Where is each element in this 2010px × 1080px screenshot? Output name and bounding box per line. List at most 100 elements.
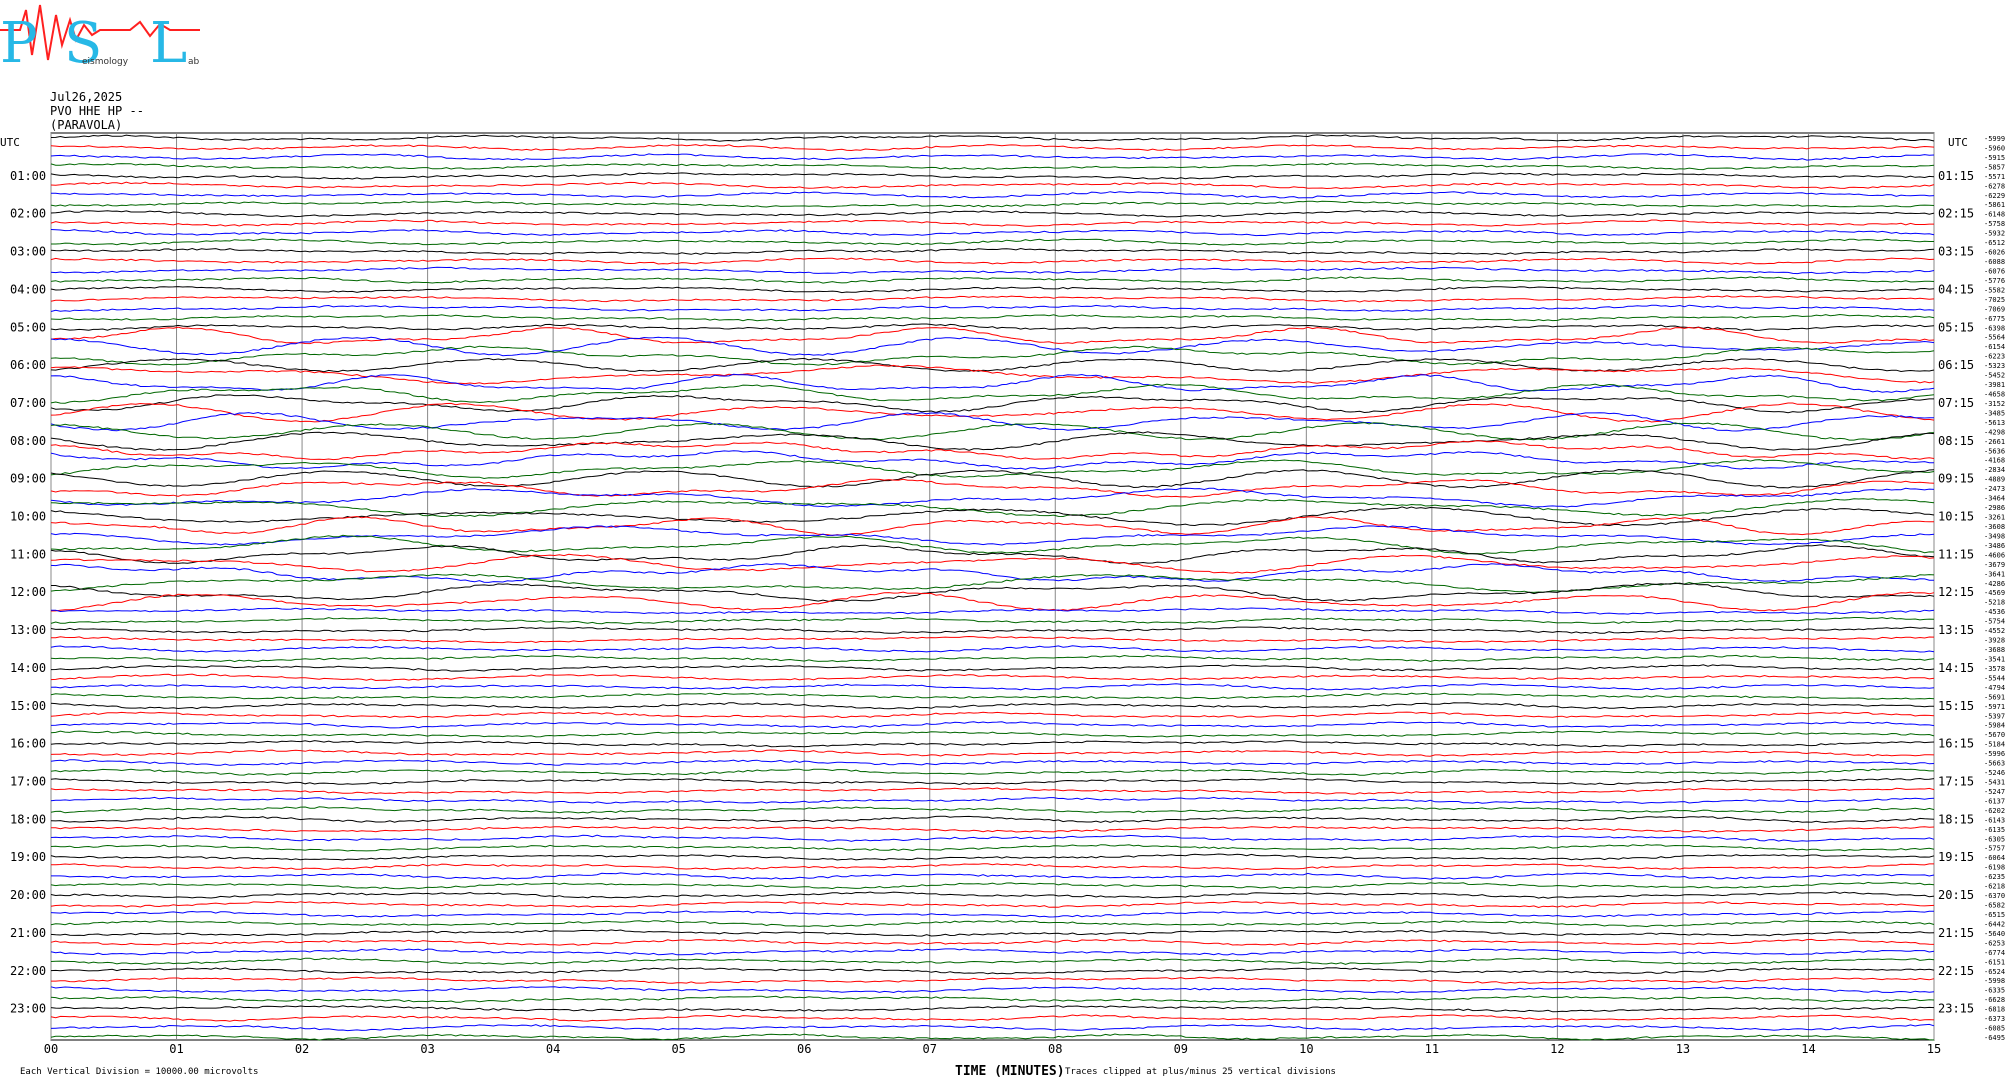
trace-offset-label: -5582 [1984, 286, 2005, 294]
left-hour-label: 18:00 [10, 812, 46, 826]
x-tick-label: 03 [420, 1042, 434, 1056]
seismic-trace [50, 219, 1934, 227]
seismic-trace [50, 948, 1935, 956]
seismic-trace [50, 276, 1935, 284]
trace-offset-label: -7069 [1984, 305, 2005, 313]
seismic-trace [50, 891, 1935, 899]
seismic-trace [50, 853, 1935, 861]
trace-offset-label: -6775 [1984, 315, 2005, 323]
x-tick-label: 00 [44, 1042, 58, 1056]
left-hour-label: 13:00 [10, 623, 46, 637]
right-hour-label: 02:15 [1938, 207, 1974, 221]
left-hour-label: 11:00 [10, 547, 46, 561]
left-hour-label: 09:00 [10, 472, 46, 486]
trace-offset-label: -6774 [1984, 949, 2005, 957]
trace-offset-label: -3928 [1984, 637, 2005, 645]
x-axis-title: TIME (MINUTES) [955, 1064, 1065, 1079]
trace-offset-label: -3498 [1984, 532, 2005, 540]
seismic-trace [50, 740, 1935, 748]
left-hour-label: 10:00 [10, 510, 46, 524]
trace-offset-label: -5218 [1984, 599, 2005, 607]
right-hour-label: 23:15 [1938, 1002, 1974, 1016]
trace-offset-label: -5757 [1984, 845, 2005, 853]
x-tick-label: 06 [797, 1042, 811, 1056]
seismic-trace [50, 683, 1935, 691]
trace-offset-label: -3541 [1984, 655, 2005, 663]
trace-offset-label: -5960 [1984, 144, 2005, 152]
seismic-trace [50, 654, 1935, 663]
right-hour-label: 15:15 [1938, 699, 1974, 713]
seismic-trace [50, 515, 1935, 537]
seismic-trace [50, 617, 1935, 625]
right-hour-label: 16:15 [1938, 737, 1974, 751]
trace-offset-label: -6198 [1984, 864, 2005, 872]
seismic-trace [50, 286, 1935, 294]
seismic-trace [50, 134, 1935, 142]
trace-offset-label: -6398 [1984, 324, 2005, 332]
trace-offset-label: -6064 [1984, 854, 2005, 862]
left-hour-label: 19:00 [10, 850, 46, 864]
x-tick-label: 07 [923, 1042, 937, 1056]
seismic-trace [50, 692, 1935, 700]
left-hour-label: 16:00 [10, 737, 46, 751]
left-hour-label: 03:00 [10, 245, 46, 259]
left-hour-label: 20:00 [10, 888, 46, 902]
seismic-trace [50, 796, 1935, 804]
trace-offset-label: -6223 [1984, 353, 2005, 361]
trace-offset-label: -4552 [1984, 627, 2005, 635]
seismic-trace [50, 345, 1935, 366]
trace-offset-label: -6278 [1984, 182, 2005, 190]
seismic-trace [50, 431, 1935, 451]
trace-offset-label: -5932 [1984, 230, 2005, 238]
trace-offset-label: -6151 [1984, 958, 2005, 966]
seismic-trace [50, 266, 1935, 275]
trace-offset-label: -6229 [1984, 192, 2005, 200]
trace-offset-label: -5861 [1984, 201, 2005, 209]
seismic-trace [50, 711, 1935, 719]
trace-offset-label: -5754 [1984, 618, 2005, 626]
seismic-trace [50, 863, 1934, 871]
seismic-trace [50, 1033, 1935, 1041]
seismic-trace [50, 815, 1935, 824]
right-hour-label: 13:15 [1938, 623, 1974, 637]
trace-offset-label: -6442 [1984, 920, 2005, 928]
trace-offset-label: -5247 [1984, 788, 2005, 796]
left-hour-label: 15:00 [10, 699, 46, 713]
right-hour-label: 17:15 [1938, 774, 1974, 788]
trace-offset-label: -5996 [1984, 750, 2005, 758]
trace-offset-label: -5571 [1984, 173, 2005, 181]
seismic-trace [51, 238, 1934, 246]
trace-offset-label: -6305 [1984, 835, 2005, 843]
trace-offset-label: -6370 [1984, 892, 2005, 900]
trace-offset-label: -3981 [1984, 381, 2005, 389]
trace-offset-label: -7025 [1984, 296, 2005, 304]
right-hour-label: 10:15 [1938, 510, 1974, 524]
right-hour-label: 20:15 [1938, 888, 1974, 902]
seismic-trace [50, 938, 1935, 946]
trace-offset-label: -5984 [1984, 722, 2005, 730]
trace-offset-label: -6148 [1984, 211, 2005, 219]
seismic-trace [50, 591, 1935, 612]
y-left-header: UTC [0, 136, 20, 149]
seismic-trace [50, 153, 1935, 161]
right-hour-label: 07:15 [1938, 396, 1974, 410]
trace-offset-label: -5663 [1984, 760, 2005, 768]
seismic-trace [50, 834, 1935, 842]
seismic-trace [50, 191, 1935, 199]
trace-offset-label: -5431 [1984, 778, 2005, 786]
trace-offset-label: -5323 [1984, 362, 2005, 370]
left-hour-label: 22:00 [10, 964, 46, 978]
trace-offset-label: -3486 [1984, 542, 2005, 550]
seismic-trace [50, 200, 1935, 208]
right-hour-label: 12:15 [1938, 585, 1974, 599]
trace-offset-label: -5915 [1984, 154, 2005, 162]
seismic-trace [50, 563, 1935, 583]
seismic-trace [50, 478, 1935, 498]
left-hour-label: 06:00 [10, 358, 46, 372]
trace-offset-label: -6088 [1984, 258, 2005, 266]
trace-offset-label: -3485 [1984, 409, 2005, 417]
x-tick-label: 09 [1174, 1042, 1188, 1056]
seismic-trace [50, 995, 1935, 1003]
trace-offset-label: -5613 [1984, 419, 2005, 427]
seismic-trace [50, 553, 1935, 574]
